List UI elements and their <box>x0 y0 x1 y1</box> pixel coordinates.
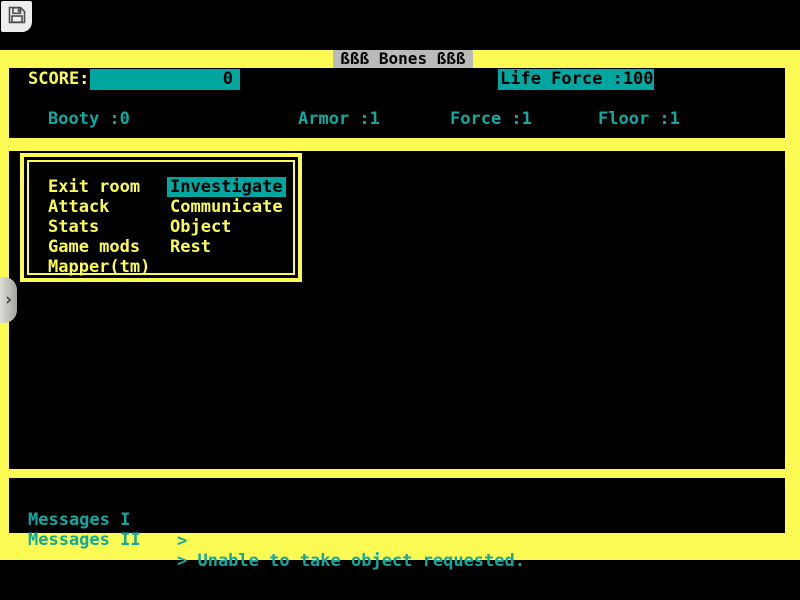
stat-force: Force :1 <box>450 109 532 130</box>
message-row-1: Messages I > <box>0 489 780 509</box>
menu-item-game-mods[interactable]: Game mods <box>48 237 150 257</box>
menu-item-communicate[interactable]: Communicate <box>170 197 286 217</box>
menu-item-investigate[interactable]: Investigate <box>167 177 286 197</box>
menu-item-mapper[interactable]: Mapper(tm) <box>48 257 150 277</box>
separator-top <box>0 138 800 151</box>
life-force-display: Life Force :100 <box>498 69 654 90</box>
command-menu: Exit room Attack Stats Game mods Mapper(… <box>20 153 302 282</box>
menu-item-rest[interactable]: Rest <box>170 237 286 257</box>
stat-armor: Armor :1 <box>298 109 380 130</box>
save-button[interactable] <box>1 1 32 32</box>
floppy-disk-icon <box>7 5 27 29</box>
emulator-stage: ßßß Bones ßßß SCORE: 0 Life Force :100 B… <box>0 0 800 600</box>
game-title: ßßß Bones ßßß <box>333 50 473 68</box>
menu-column-right: Investigate Communicate Object Rest <box>170 177 286 257</box>
message-label-2: Messages II <box>28 530 141 551</box>
score-label: SCORE: <box>28 69 89 90</box>
menu-item-exit-room[interactable]: Exit room <box>48 177 150 197</box>
menu-item-object[interactable]: Object <box>170 217 286 237</box>
message-content-2: > Unable to take object requested. <box>177 551 525 572</box>
menu-item-attack[interactable]: Attack <box>48 197 150 217</box>
frame-right <box>785 50 800 560</box>
menu-column-left: Exit room Attack Stats Game mods Mapper(… <box>48 177 150 277</box>
menu-item-stats[interactable]: Stats <box>48 217 150 237</box>
message-row-2: Messages II > Unable to take object requ… <box>0 509 780 529</box>
score-bar: 0 <box>90 69 240 90</box>
sidebar-expand-tab[interactable]: › <box>0 277 17 323</box>
message-content-1: > <box>177 531 187 552</box>
chevron-right-icon: › <box>3 290 13 310</box>
separator-messages <box>0 469 800 478</box>
command-menu-inner-border: Exit room Attack Stats Game mods Mapper(… <box>27 160 295 275</box>
stat-floor: Floor :1 <box>598 109 680 130</box>
stat-booty: Booty :0 <box>48 109 130 130</box>
